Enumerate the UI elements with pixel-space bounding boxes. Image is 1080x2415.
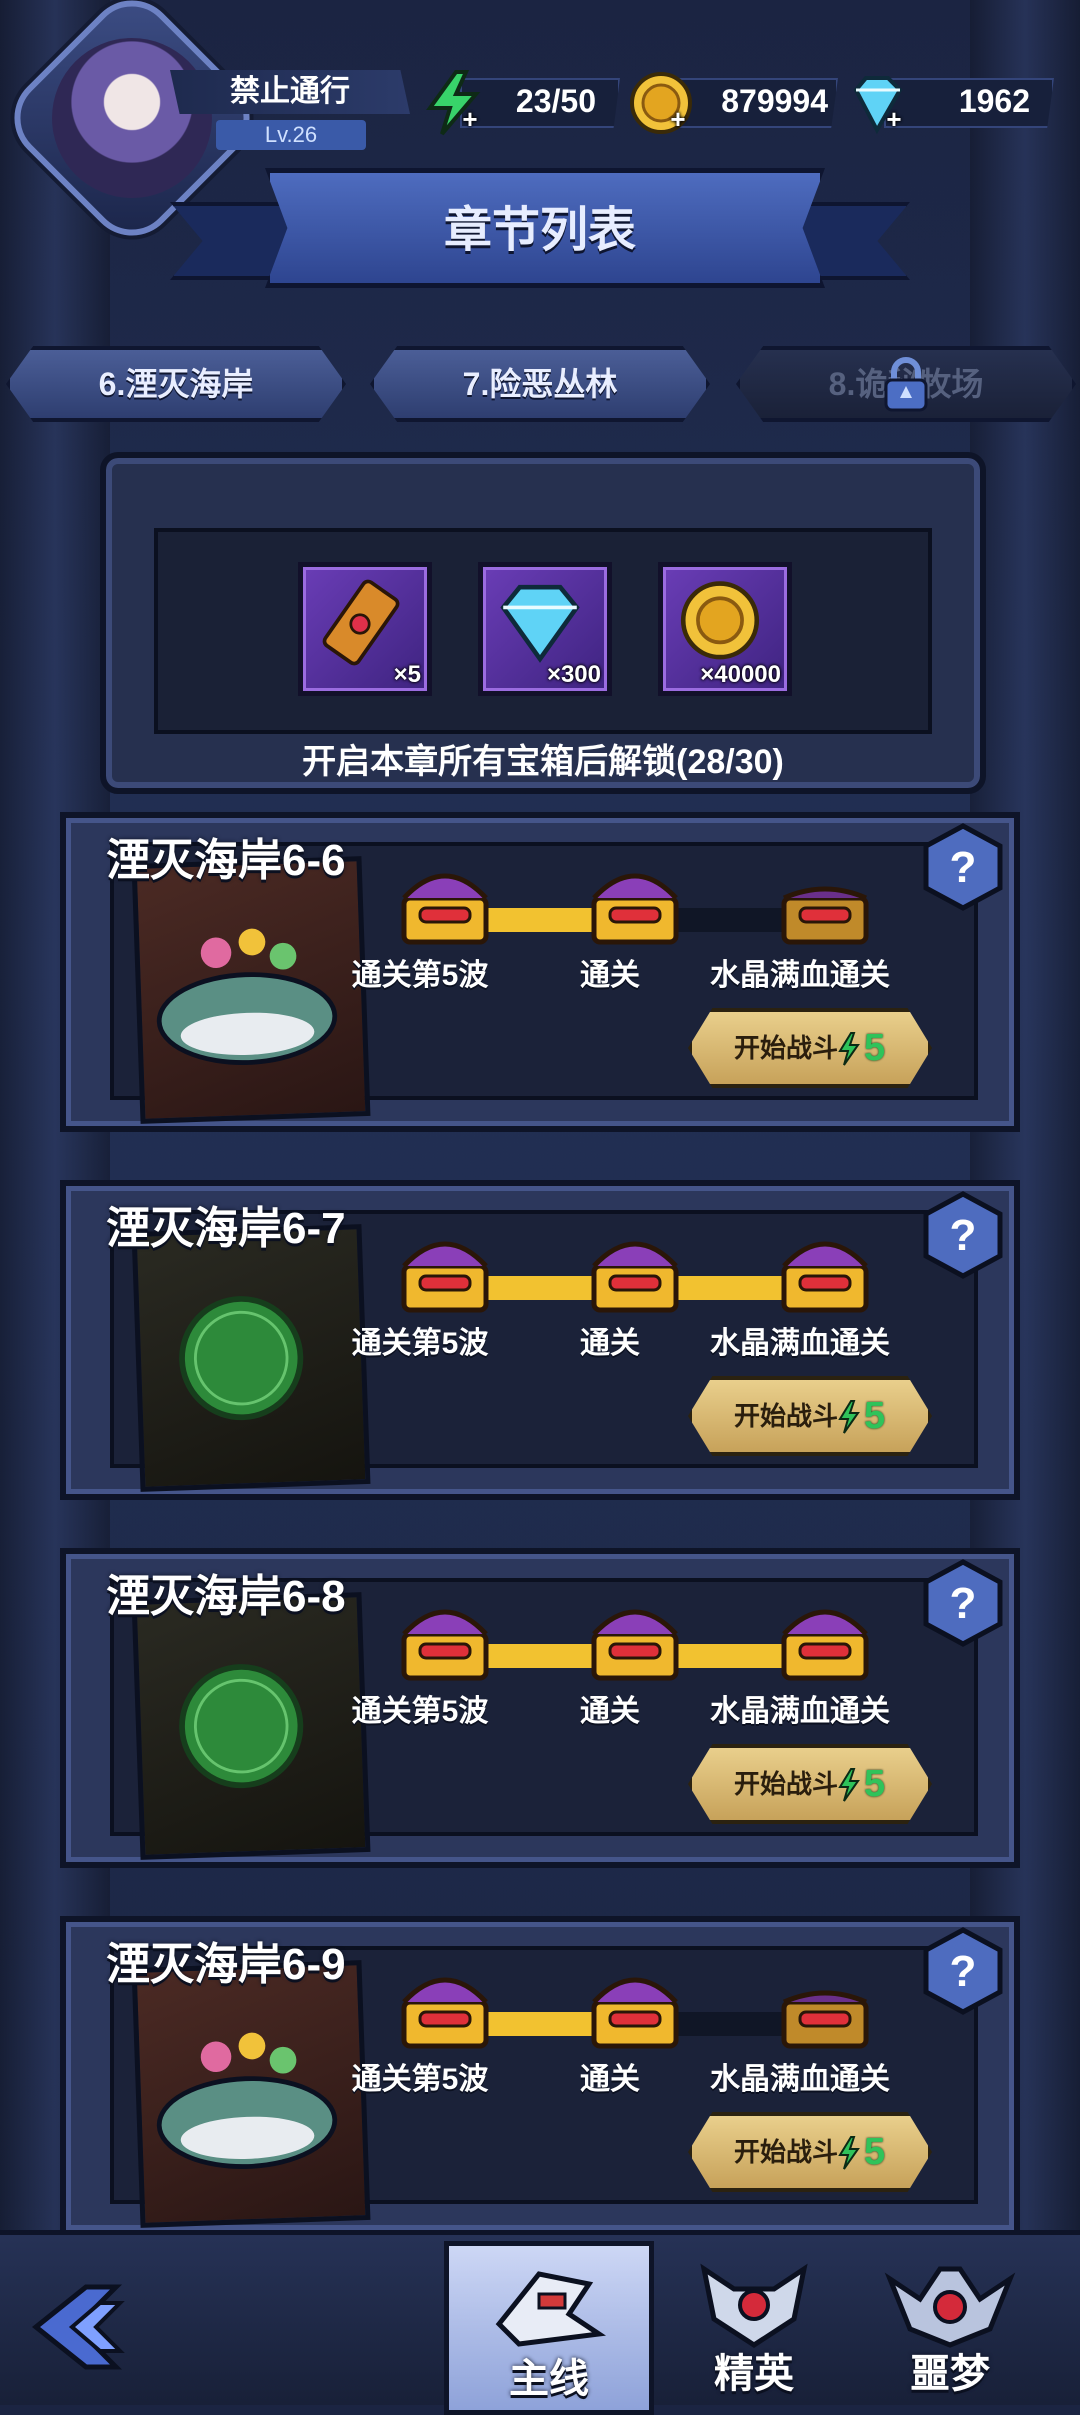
diamond-add-icon[interactable]: + xyxy=(882,106,906,132)
help-question-icon[interactable]: ? xyxy=(922,1558,1004,1648)
chest-condition-label: 通关第5波 xyxy=(351,2063,489,2096)
opened-chest-icon[interactable] xyxy=(390,1954,500,2054)
help-question-icon[interactable]: ? xyxy=(922,1190,1004,1280)
chapter-tab-8-locked[interactable]: 8.诡秘牧场 xyxy=(736,346,1076,422)
nav-tab-label: 主线 xyxy=(509,2357,589,2401)
chest-condition-label: 水晶满血通关 xyxy=(710,1695,890,1728)
energy-cost: 5 xyxy=(864,1027,886,1069)
elite-skull-icon xyxy=(700,2263,808,2348)
top-bar: 禁止通行 Lv.26 + 23/50 + 879994 + 1962 xyxy=(0,0,1080,254)
reward-count: ×300 xyxy=(546,661,601,688)
energy-bolt-icon xyxy=(838,2136,860,2170)
opened-chest-icon[interactable] xyxy=(390,1586,500,1686)
start-battle-button[interactable]: 开始战斗 5 xyxy=(688,1376,932,1456)
reward-unlock-note: 开启本章所有宝箱后解锁(28/30) xyxy=(302,743,784,781)
svg-text:?: ? xyxy=(950,1211,977,1260)
chest-condition-label: 通关第5波 xyxy=(351,1695,489,1728)
gold-value: 879994 xyxy=(721,83,828,119)
back-arrow-icon[interactable] xyxy=(26,2277,146,2377)
start-battle-label: 开始战斗 xyxy=(734,1033,839,1063)
chest-condition-label: 通关 xyxy=(580,1327,640,1360)
energy-bolt-icon xyxy=(838,1032,860,1066)
nav-tab-label: 精英 xyxy=(714,2352,794,2396)
chest-condition-label: 水晶满血通关 xyxy=(710,2063,890,2096)
nav-tab-elite[interactable]: 精英 xyxy=(654,2241,854,2405)
opened-chest-icon[interactable] xyxy=(390,1218,500,1318)
stage-card: 湮灭海岸6-8? 通关第5波 通关 水晶满血通关开始战斗 5 xyxy=(60,1548,1020,1868)
player-level: Lv.26 xyxy=(216,120,366,150)
opened-chest-icon[interactable] xyxy=(580,850,690,950)
gold-add-icon[interactable]: + xyxy=(666,106,690,132)
reward-item-scroll[interactable]: ×5 xyxy=(298,562,432,696)
chapter-reward-panel: ×5 ×300 ×40000 开启本章所有宝箱后解锁(28/30) xyxy=(100,452,986,794)
nav-tab-label: 噩梦 xyxy=(910,2352,990,2396)
start-battle-button[interactable]: 开始战斗 5 xyxy=(688,2112,932,2192)
energy-bolt-icon xyxy=(838,1400,860,1434)
header-banner: 章节列表 xyxy=(170,168,910,288)
mainline-icon xyxy=(495,2271,606,2347)
start-battle-label: 开始战斗 xyxy=(734,1769,839,1799)
opened-chest-icon[interactable] xyxy=(770,1218,880,1318)
svg-text:?: ? xyxy=(950,1947,977,1996)
stage-card: 湮灭海岸6-9? 通关第5波 通关 水晶满血通关开始战斗 5 xyxy=(60,1916,1020,2236)
chest-condition-label: 通关 xyxy=(580,2063,640,2096)
chest-condition-label: 通关第5波 xyxy=(351,959,489,992)
reward-count: ×5 xyxy=(393,661,421,688)
svg-text:?: ? xyxy=(950,1579,977,1628)
opened-chest-icon[interactable] xyxy=(580,1586,690,1686)
chest-condition-label: 通关第5波 xyxy=(351,1327,489,1360)
stage-card: 湮灭海岸6-6? 通关第5波 通关 水晶满血通关开始战斗 5 xyxy=(60,812,1020,1132)
chapter-tab-6[interactable]: 6.湮灭海岸 xyxy=(6,346,346,422)
closed-chest-icon[interactable] xyxy=(770,850,880,950)
chest-condition-label: 水晶满血通关 xyxy=(710,1327,890,1360)
reward-count: ×40000 xyxy=(700,661,781,688)
stage-title: 湮灭海岸6-9 xyxy=(106,1940,346,1989)
energy-add-icon[interactable]: + xyxy=(458,106,482,132)
nightmare-demon-icon xyxy=(884,2266,1016,2348)
start-battle-button[interactable]: 开始战斗 5 xyxy=(688,1744,932,1824)
chest-condition-label: 通关 xyxy=(580,959,640,992)
nav-tab-nightmare[interactable]: 噩梦 xyxy=(850,2241,1050,2405)
opened-chest-icon[interactable] xyxy=(580,1954,690,2054)
chapter-tab-label: 6.湮灭海岸 xyxy=(98,366,254,402)
opened-chest-icon[interactable] xyxy=(770,1586,880,1686)
reward-item-gold[interactable]: ×40000 xyxy=(658,562,792,696)
stage-card: 湮灭海岸6-7? 通关第5波 通关 水晶满血通关开始战斗 5 xyxy=(60,1180,1020,1500)
reward-item-diamond[interactable]: ×300 xyxy=(478,562,612,696)
chapter-tab-7[interactable]: 7.险恶丛林 xyxy=(370,346,710,422)
opened-chest-icon[interactable] xyxy=(390,850,500,950)
stage-title: 湮灭海岸6-8 xyxy=(106,1572,346,1621)
start-battle-label: 开始战斗 xyxy=(734,1401,839,1431)
diamond-resource[interactable]: + 1962 xyxy=(844,70,1054,135)
gold-resource[interactable]: + 879994 xyxy=(628,70,838,134)
help-question-icon[interactable]: ? xyxy=(922,822,1004,912)
energy-bolt-icon xyxy=(838,1768,860,1802)
svg-text:?: ? xyxy=(950,843,977,892)
stage-title: 湮灭海岸6-6 xyxy=(106,836,346,885)
start-battle-button[interactable]: 开始战斗 5 xyxy=(688,1008,932,1088)
opened-chest-icon[interactable] xyxy=(580,1218,690,1318)
page-title: 章节列表 xyxy=(443,204,636,257)
energy-cost: 5 xyxy=(864,1395,886,1437)
start-battle-label: 开始战斗 xyxy=(734,2137,839,2167)
lock-icon xyxy=(884,357,928,412)
chest-condition-label: 水晶满血通关 xyxy=(710,959,890,992)
help-question-icon[interactable]: ? xyxy=(922,1926,1004,2016)
diamond-value: 1962 xyxy=(958,83,1030,119)
stage-title: 湮灭海岸6-7 xyxy=(106,1204,346,1253)
energy-value: 23/50 xyxy=(515,83,596,119)
player-name: 禁止通行 xyxy=(170,70,410,114)
chapter-tab-label: 7.险恶丛林 xyxy=(462,366,618,402)
energy-cost: 5 xyxy=(864,2131,886,2173)
nav-tab-mainline[interactable]: 主线 xyxy=(444,2241,654,2415)
chest-condition-label: 通关 xyxy=(580,1695,640,1728)
player-info: 禁止通行 Lv.26 xyxy=(170,70,410,160)
energy-resource[interactable]: + 23/50 xyxy=(420,70,620,136)
energy-cost: 5 xyxy=(864,1763,886,1805)
closed-chest-icon[interactable] xyxy=(770,1954,880,2054)
bottom-nav: 主线 精英 噩梦 xyxy=(0,2230,1080,2415)
